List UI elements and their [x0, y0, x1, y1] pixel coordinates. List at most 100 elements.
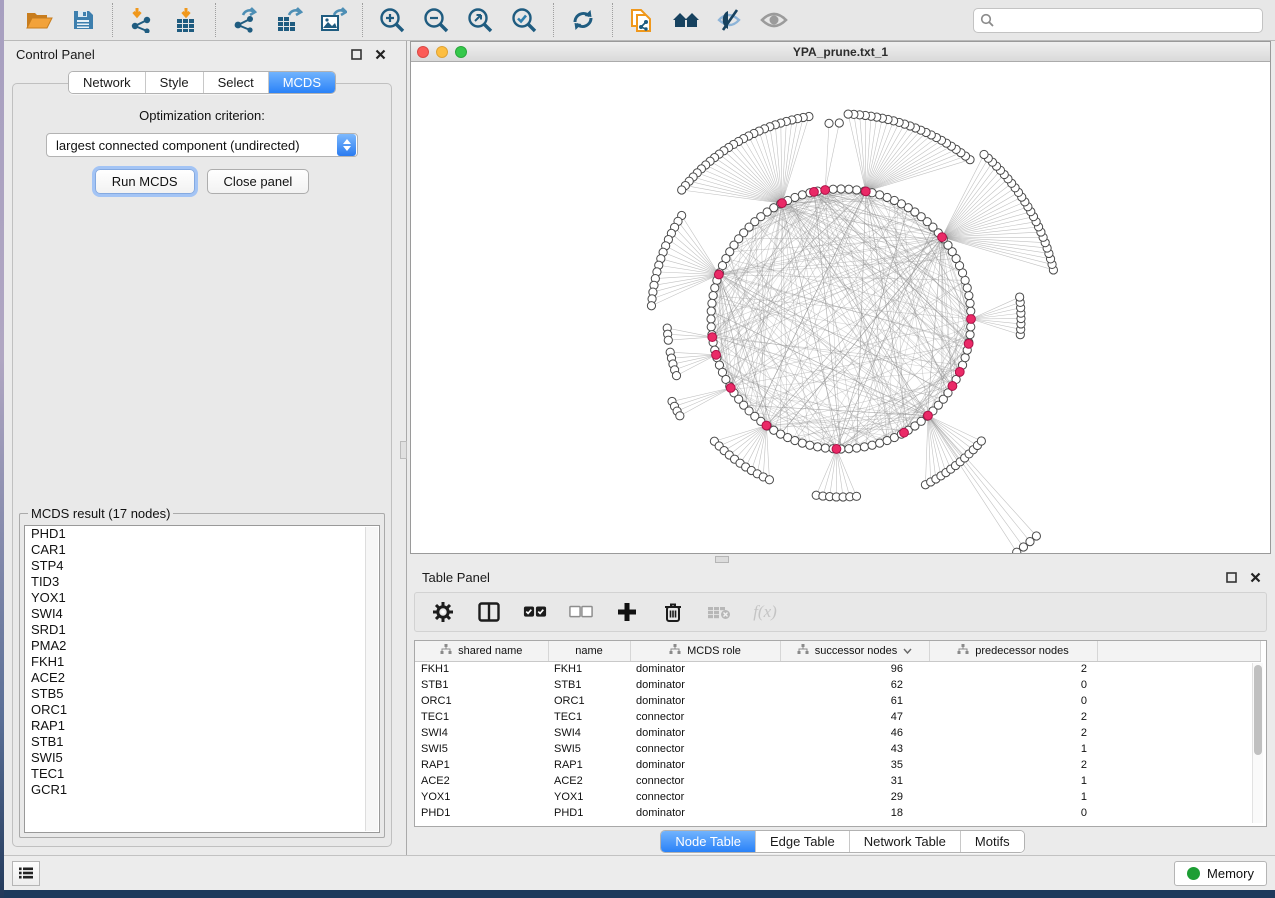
- show-networks-icon[interactable]: [671, 5, 701, 35]
- vertical-splitter[interactable]: [400, 41, 410, 855]
- columns-icon[interactable]: [477, 600, 501, 624]
- optimization-dropdown[interactable]: largest connected component (undirected): [46, 133, 358, 157]
- export-image-icon[interactable]: [318, 5, 348, 35]
- close-table-panel-icon[interactable]: [1247, 569, 1263, 585]
- mcds-node[interactable]: RAP1: [25, 718, 379, 734]
- mcds-node[interactable]: ORC1: [25, 702, 379, 718]
- control-panel-title: Control Panel: [16, 47, 95, 62]
- horizontal-splitter[interactable]: [410, 554, 1275, 564]
- export-table-icon[interactable]: [274, 5, 304, 35]
- splitter-grip[interactable]: [400, 441, 407, 459]
- tree-icon: [957, 644, 969, 658]
- save-session-icon[interactable]: [68, 5, 98, 35]
- mcds-node[interactable]: ACE2: [25, 670, 379, 686]
- fx-icon: f(x): [753, 600, 777, 624]
- open-session-icon[interactable]: [24, 5, 54, 35]
- mcds-node[interactable]: PMA2: [25, 638, 379, 654]
- mcds-items: PHD1CAR1STP4TID3YOX1SWI4SRD1PMA2FKH1ACE2…: [25, 526, 379, 798]
- table-row[interactable]: ORC1ORC1dominator610: [415, 693, 1260, 709]
- dropdown-stepper-icon: [337, 134, 356, 156]
- mcds-node[interactable]: STB5: [25, 686, 379, 702]
- mcds-node[interactable]: CAR1: [25, 542, 379, 558]
- tab-edge-table[interactable]: Edge Table: [755, 831, 849, 852]
- mcds-node[interactable]: TEC1: [25, 766, 379, 782]
- memory-button[interactable]: Memory: [1174, 861, 1267, 886]
- mcds-scrollbar[interactable]: [365, 527, 378, 831]
- tab-network-table[interactable]: Network Table: [849, 831, 960, 852]
- delete-icon[interactable]: [661, 600, 685, 624]
- mcds-node[interactable]: STP4: [25, 558, 379, 574]
- table-row[interactable]: TEC1TEC1connector472: [415, 709, 1260, 725]
- tab-style[interactable]: Style: [145, 72, 203, 93]
- import-network-icon[interactable]: [127, 5, 157, 35]
- table-row[interactable]: SWI5SWI5connector431: [415, 741, 1260, 757]
- refresh-icon[interactable]: [568, 5, 598, 35]
- column-header[interactable]: successor nodes: [780, 641, 929, 661]
- tab-select[interactable]: Select: [203, 72, 268, 93]
- search-field[interactable]: [973, 8, 1263, 33]
- mcds-node[interactable]: GCR1: [25, 782, 379, 798]
- network-canvas[interactable]: [411, 62, 1270, 553]
- close-panel-icon[interactable]: [372, 46, 388, 62]
- hide-panel-icon[interactable]: [715, 5, 745, 35]
- mcds-node[interactable]: SWI5: [25, 750, 379, 766]
- close-window-icon[interactable]: [417, 46, 429, 58]
- select-all-icon[interactable]: [523, 600, 547, 624]
- table-body: FKH1FKH1dominator962STB1STB1dominator620…: [415, 661, 1260, 821]
- node-table[interactable]: shared namenameMCDS rolesuccessor nodesp…: [414, 640, 1267, 827]
- table-scrollbar[interactable]: [1252, 663, 1263, 823]
- tab-network[interactable]: Network: [69, 72, 145, 93]
- float-panel-icon[interactable]: [348, 46, 364, 62]
- mcds-node[interactable]: FKH1: [25, 654, 379, 670]
- close-panel-button[interactable]: Close panel: [207, 169, 310, 194]
- task-history-button[interactable]: [12, 861, 40, 886]
- minimize-window-icon[interactable]: [436, 46, 448, 58]
- import-table-icon[interactable]: [171, 5, 201, 35]
- table-row[interactable]: RAP1RAP1dominator352: [415, 757, 1260, 773]
- mcds-result-list[interactable]: PHD1CAR1STP4TID3YOX1SWI4SRD1PMA2FKH1ACE2…: [24, 525, 380, 833]
- export-network-icon[interactable]: [230, 5, 260, 35]
- table-row[interactable]: ACE2ACE2connector311: [415, 773, 1260, 789]
- mcds-node[interactable]: PHD1: [25, 526, 379, 542]
- mcds-node[interactable]: SWI4: [25, 606, 379, 622]
- search-input[interactable]: [999, 13, 1256, 27]
- tab-mcds[interactable]: MCDS: [268, 72, 335, 93]
- eye-icon[interactable]: [759, 5, 789, 35]
- hsplitter-grip[interactable]: [715, 556, 729, 563]
- copy-network-icon[interactable]: [627, 5, 657, 35]
- mcds-node[interactable]: SRD1: [25, 622, 379, 638]
- table-row[interactable]: STB1STB1dominator620: [415, 677, 1260, 693]
- zoom-out-icon[interactable]: [421, 5, 451, 35]
- zoom-selected-icon[interactable]: [509, 5, 539, 35]
- zoom-fit-icon[interactable]: [465, 5, 495, 35]
- network-titlebar[interactable]: YPA_prune.txt_1: [411, 42, 1270, 62]
- search-icon: [980, 13, 994, 27]
- table-row[interactable]: PHD1PHD1dominator180: [415, 805, 1260, 821]
- mcds-node[interactable]: YOX1: [25, 590, 379, 606]
- table-toolbar: f(x): [414, 592, 1267, 632]
- zoom-in-icon[interactable]: [377, 5, 407, 35]
- tree-icon: [440, 644, 452, 658]
- maximize-window-icon[interactable]: [455, 46, 467, 58]
- table-tabs: Node TableEdge TableNetwork TableMotifs: [660, 830, 1024, 853]
- run-mcds-button[interactable]: Run MCDS: [95, 169, 195, 194]
- column-header[interactable]: shared name: [415, 641, 548, 661]
- float-table-panel-icon[interactable]: [1223, 569, 1239, 585]
- tab-node-table[interactable]: Node Table: [661, 831, 755, 852]
- add-icon[interactable]: [615, 600, 639, 624]
- column-header[interactable]: MCDS role: [630, 641, 780, 661]
- table-scrollbar-thumb[interactable]: [1254, 665, 1262, 755]
- gear-icon[interactable]: [431, 600, 455, 624]
- optimization-label: Optimization criterion:: [13, 108, 391, 123]
- column-header[interactable]: predecessor nodes: [929, 641, 1097, 661]
- deselect-all-icon[interactable]: [569, 600, 593, 624]
- table-row[interactable]: SWI4SWI4dominator462: [415, 725, 1260, 741]
- table-row[interactable]: FKH1FKH1dominator962: [415, 661, 1260, 677]
- mcds-node[interactable]: TID3: [25, 574, 379, 590]
- table-row[interactable]: YOX1YOX1connector291: [415, 789, 1260, 805]
- control-panel-tabs: NetworkStyleSelectMCDS: [68, 71, 336, 94]
- mcds-result-group: MCDS result (17 nodes) PHD1CAR1STP4TID3Y…: [19, 506, 385, 838]
- tab-motifs[interactable]: Motifs: [960, 831, 1024, 852]
- column-header[interactable]: name: [548, 641, 630, 661]
- mcds-node[interactable]: STB1: [25, 734, 379, 750]
